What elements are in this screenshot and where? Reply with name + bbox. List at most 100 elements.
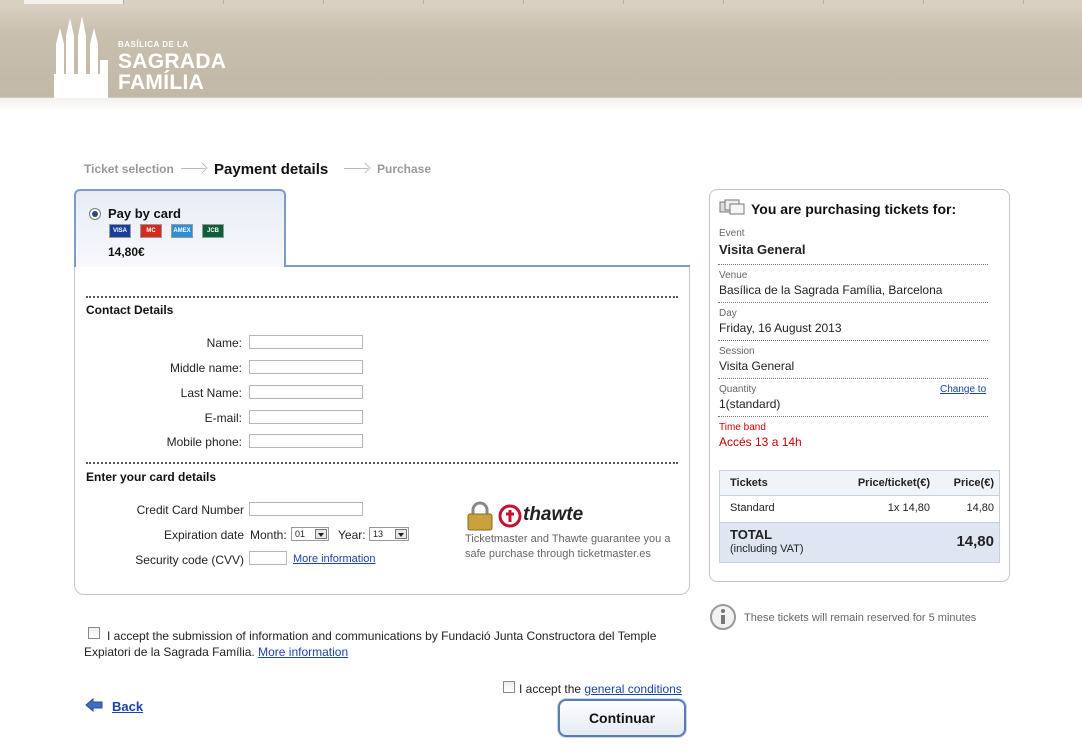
divider — [718, 302, 988, 303]
amex-icon: AMEX — [171, 224, 193, 238]
nav-tab[interactable] — [824, 0, 924, 4]
divider — [718, 340, 988, 341]
consent-more-information-link[interactable]: More information — [258, 645, 348, 659]
ticket-type: Standard — [730, 502, 775, 514]
breadcrumb-step-ticket-selection: Ticket selection — [84, 162, 174, 176]
divider — [718, 416, 988, 417]
ticket-price: 14,80 — [966, 502, 994, 514]
col-price: Price(€) — [953, 477, 994, 489]
event-value: Visita General — [719, 242, 806, 257]
mastercard-icon: MC — [140, 224, 162, 238]
session-label: Session — [719, 346, 755, 357]
back-button[interactable]: Back — [84, 697, 154, 717]
thawte-seal: thawte — [465, 501, 605, 531]
consent-text: I accept the submission of information a… — [84, 629, 657, 659]
credit-card-number-label: Credit Card Number — [136, 503, 244, 517]
card-details-title: Enter your card details — [86, 470, 217, 484]
section-divider — [86, 296, 678, 298]
nav-tab[interactable] — [424, 0, 524, 4]
email-label: E-mail: — [204, 411, 242, 425]
year-value: 13 — [373, 529, 384, 539]
change-quantity-link[interactable]: Change to — [940, 384, 986, 395]
breadcrumb-step-payment-details: Payment details — [214, 161, 329, 178]
time-band-value: Accés 13 a 14h — [719, 435, 802, 449]
thawte-guarantee-text: Ticketmaster and Thawte guarantee you a … — [465, 533, 671, 560]
top-navigation — [0, 0, 1082, 4]
summary-heading: You are purchasing tickets for: — [751, 201, 957, 217]
cvv-more-information-link[interactable]: More information — [293, 553, 376, 565]
quantity-value: 1(standard) — [719, 397, 781, 411]
logo-line3: FAMÍLIA — [118, 71, 205, 94]
general-conditions-checkbox[interactable] — [503, 681, 515, 693]
year-label: Year: — [338, 528, 366, 542]
month-label: Month: — [250, 528, 287, 542]
year-select[interactable]: 13 — [369, 527, 409, 541]
middle-name-label: Middle name: — [169, 361, 242, 375]
last-name-input[interactable] — [249, 385, 363, 399]
breadcrumb-step-purchase: Purchase — [377, 162, 432, 176]
time-band-label: Time band — [719, 422, 766, 433]
pay-by-card-radio[interactable] — [89, 208, 101, 220]
thawte-brand: thawte — [523, 504, 584, 525]
total-label: TOTAL — [730, 527, 773, 542]
mobile-phone-input[interactable] — [249, 434, 363, 448]
site-logo[interactable]: BASÍLICA DE LA SAGRADA FAMÍLIA — [52, 14, 232, 98]
credit-card-number-input[interactable] — [249, 502, 363, 516]
jcb-icon: JCB — [202, 224, 224, 238]
header-divider — [0, 97, 1082, 110]
conditions-label: I accept the — [519, 682, 582, 696]
tickets-table: Tickets Price/ticket(€) Price(€) Standar… — [719, 470, 1000, 563]
session-value: Visita General — [719, 359, 795, 373]
logo-line1: BASÍLICA DE LA — [118, 40, 189, 49]
chevron-down-icon — [315, 529, 327, 539]
nav-tab[interactable] — [724, 0, 824, 4]
total-value: 14,80 — [956, 533, 994, 550]
padlock-icon — [467, 501, 493, 531]
payment-amount: 14,80€ — [108, 245, 145, 259]
ticket-qty-price: 1x 14,80 — [887, 502, 930, 514]
security-code-label: Security code (CVV) — [135, 553, 244, 567]
day-label: Day — [719, 308, 737, 319]
last-name-label: Last Name: — [180, 386, 242, 400]
arrow-right-icon — [181, 168, 205, 169]
arrow-right-icon — [344, 168, 368, 169]
chevron-down-icon — [395, 529, 407, 539]
general-conditions-link[interactable]: general conditions — [584, 682, 681, 696]
security-code-input[interactable] — [249, 551, 287, 565]
continue-button[interactable]: Continuar — [558, 699, 686, 737]
pay-by-card-label: Pay by card — [108, 206, 181, 221]
reservation-note: These tickets will remain reserved for 5… — [744, 612, 977, 624]
contact-details-title: Contact Details — [86, 303, 174, 317]
col-price-per-ticket: Price/ticket(€) — [857, 477, 930, 489]
total-subtitle: (including VAT) — [730, 543, 804, 555]
expiration-date-label: Expiration date — [163, 528, 244, 542]
col-tickets: Tickets — [730, 477, 768, 489]
divider — [718, 378, 988, 379]
towers-icon — [54, 16, 108, 98]
thawte-logo-icon — [498, 504, 522, 528]
back-link[interactable]: Back — [112, 699, 143, 714]
nav-tab[interactable] — [624, 0, 724, 4]
mobile-phone-label: Mobile phone: — [166, 435, 242, 449]
nav-tab[interactable] — [324, 0, 424, 4]
name-input[interactable] — [249, 335, 363, 349]
venue-label: Venue — [719, 270, 748, 281]
nav-tab[interactable] — [224, 0, 324, 4]
month-select[interactable]: 01 — [291, 527, 329, 541]
name-label: Name: — [206, 336, 242, 350]
nav-tab[interactable] — [524, 0, 624, 4]
nav-tab[interactable] — [124, 0, 224, 4]
nav-tab[interactable] — [24, 0, 124, 4]
nav-tab[interactable] — [924, 0, 1024, 4]
middle-name-input[interactable] — [249, 360, 363, 374]
consent-text-block: I accept the submission of information a… — [84, 628, 684, 660]
event-label: Event — [719, 228, 745, 239]
quantity-label: Quantity — [719, 384, 757, 395]
email-input[interactable] — [249, 410, 363, 424]
day-value: Friday, 16 August 2013 — [719, 321, 842, 335]
back-arrow-icon — [85, 697, 103, 713]
info-icon — [710, 604, 736, 630]
section-divider — [86, 462, 678, 464]
divider — [718, 264, 988, 265]
visa-icon: VISA — [109, 224, 131, 238]
